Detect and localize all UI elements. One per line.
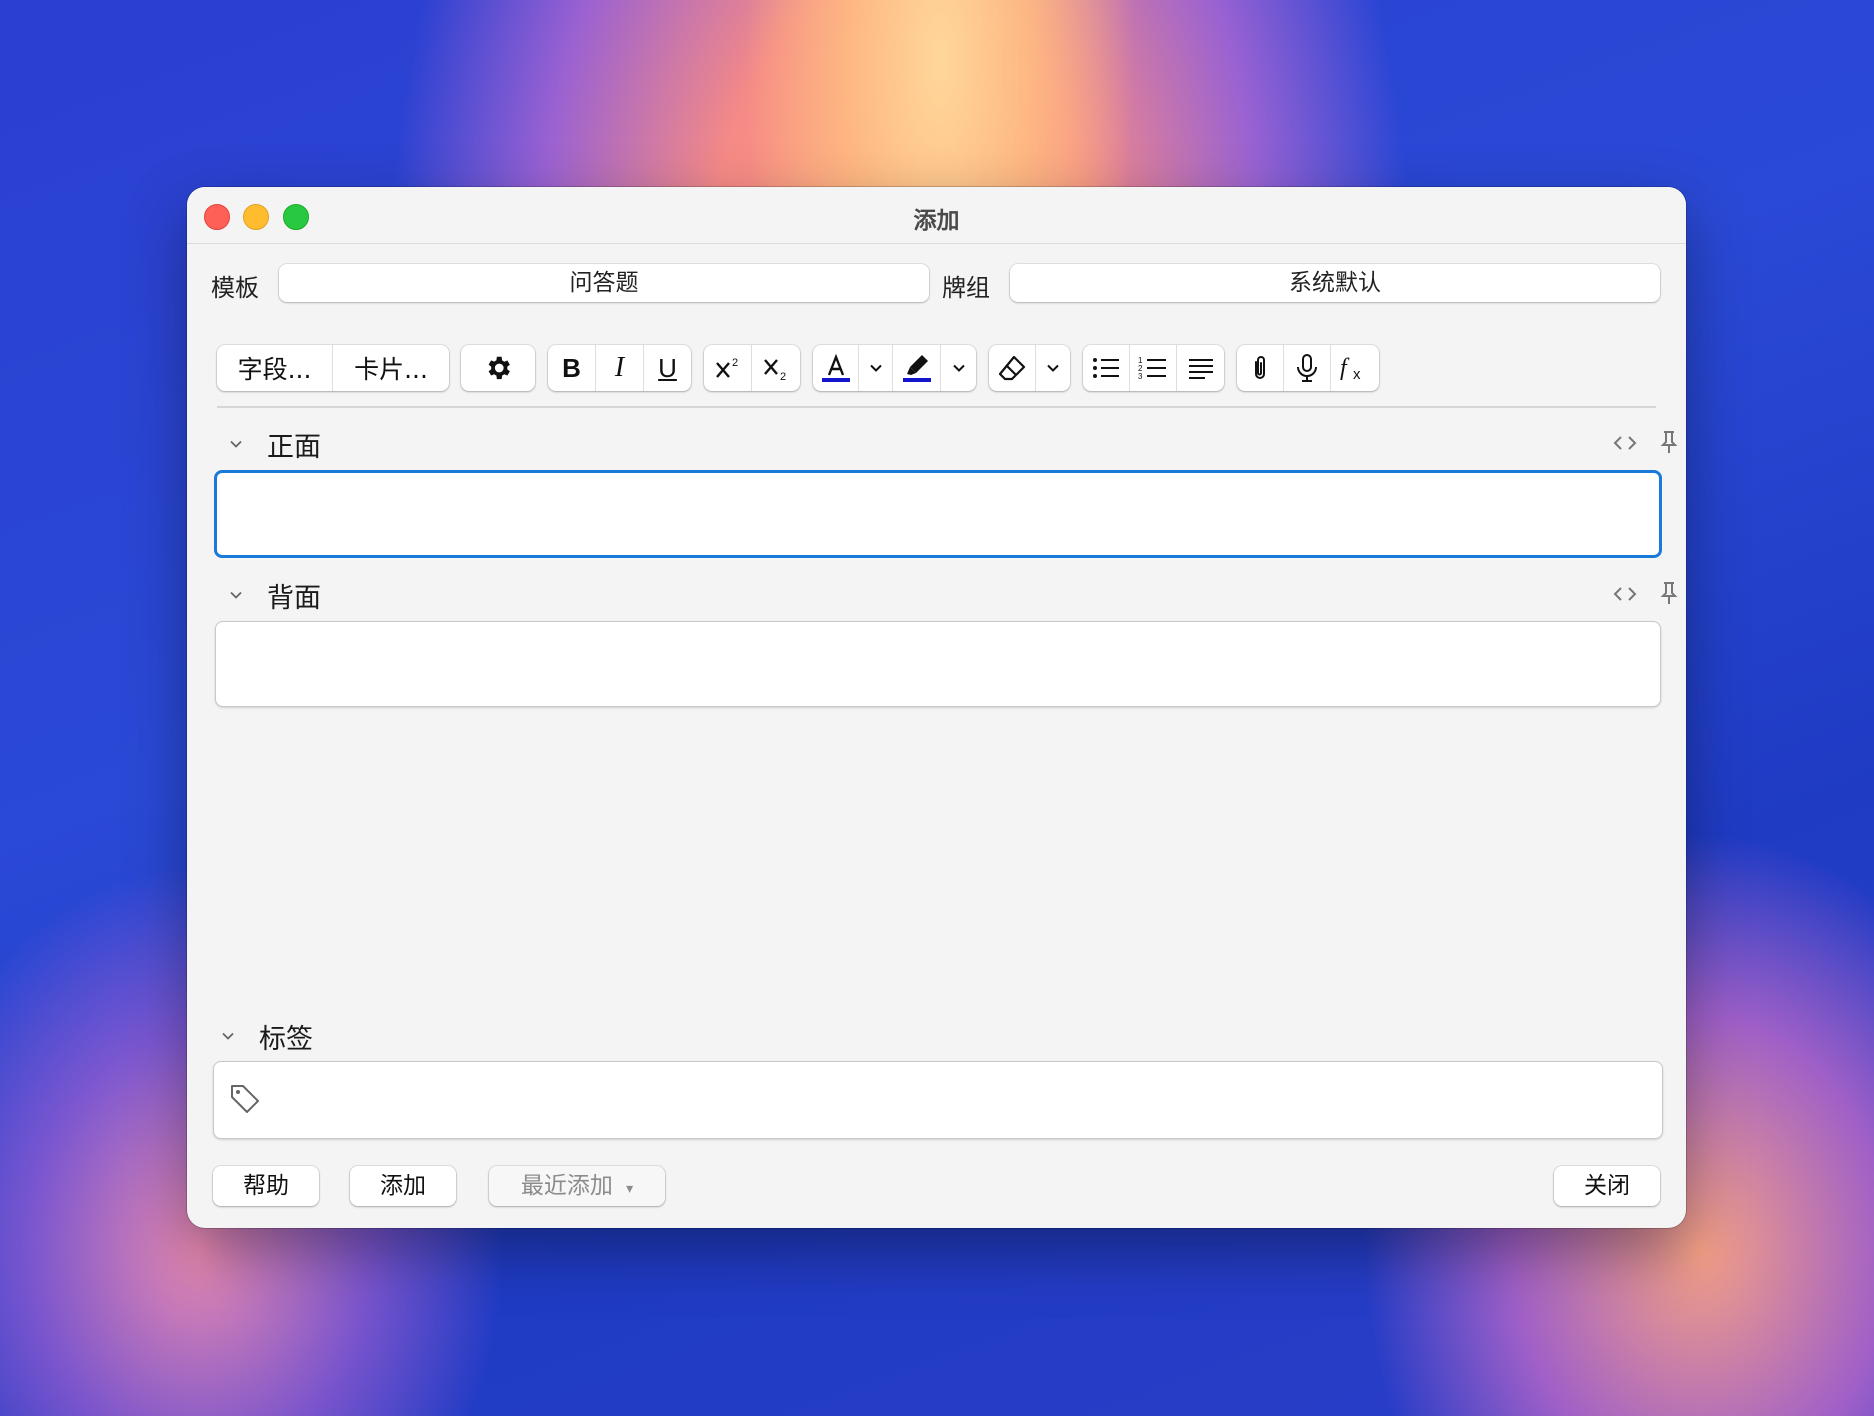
script-group: 2 2 <box>704 345 800 391</box>
chevron-down-icon <box>869 364 882 372</box>
cards-button[interactable]: 卡片... <box>333 345 449 391</box>
svg-text:3: 3 <box>1138 372 1143 381</box>
math-button[interactable]: f x <box>1331 345 1379 391</box>
svg-text:2: 2 <box>780 371 786 383</box>
chevron-down-icon[interactable] <box>221 1029 235 1043</box>
gear-icon <box>488 356 510 380</box>
options-button[interactable] <box>461 345 535 391</box>
history-button-label: 最近添加 <box>520 1173 613 1199</box>
tags-label: 标签 <box>259 1024 313 1055</box>
tag-icon <box>231 1085 259 1113</box>
front-field-header: 正面 <box>217 425 1678 463</box>
highlight-color-button[interactable] <box>893 345 941 391</box>
microphone-icon <box>1297 354 1317 382</box>
clear-format-button[interactable] <box>989 345 1036 391</box>
back-field-header: 背面 <box>217 576 1678 614</box>
eraser-icon <box>998 355 1026 381</box>
paragraph-group: 1 2 3 <box>1083 345 1224 391</box>
text-color-swatch <box>821 378 850 382</box>
subscript-button[interactable]: 2 <box>752 345 800 391</box>
chevron-down-icon <box>952 364 965 372</box>
attach-button[interactable] <box>1237 345 1284 391</box>
media-group: f x <box>1237 345 1379 391</box>
bullet-list-icon <box>1093 358 1119 378</box>
align-left-icon <box>1188 359 1213 379</box>
subscript-icon: 2 <box>764 359 786 383</box>
color-group <box>813 345 976 391</box>
superscript-button[interactable]: 2 <box>704 345 752 391</box>
bold-button[interactable]: B <box>548 345 596 391</box>
clear-format-dropdown[interactable] <box>1036 345 1070 391</box>
svg-text:f: f <box>1340 355 1350 381</box>
help-button[interactable]: 帮助 <box>213 1166 319 1206</box>
svg-text:2: 2 <box>732 357 738 369</box>
close-button[interactable]: 关闭 <box>1554 1166 1660 1206</box>
tags-input[interactable] <box>213 1061 1663 1139</box>
svg-text:x: x <box>1353 366 1361 383</box>
html-editor-toggle-icon[interactable] <box>1610 431 1640 455</box>
numbered-list-icon: 1 2 3 <box>1138 356 1166 381</box>
deck-selector[interactable]: 系统默认 <box>1010 264 1660 302</box>
text-align-button[interactable] <box>1177 345 1224 391</box>
fields-button[interactable]: 字段... <box>217 345 333 391</box>
front-field-input[interactable] <box>214 470 1662 558</box>
pin-icon[interactable] <box>1659 580 1679 606</box>
title-bar: 添加 <box>187 187 1686 244</box>
text-style-group: B I U <box>548 345 691 391</box>
function-icon: f x <box>1340 355 1361 383</box>
underline-button[interactable]: U <box>644 345 691 391</box>
back-field-input[interactable] <box>215 621 1661 707</box>
add-note-window: 添加 模板 问答题 牌组 系统默认 字段... 卡片... B I U 2 2 … <box>187 187 1686 1228</box>
pin-icon[interactable] <box>1659 429 1679 455</box>
template-label: 模板 <box>211 274 259 302</box>
chevron-down-icon <box>1047 364 1059 372</box>
editor-toolbar: 字段... 卡片... B I U 2 2 1 2 3 f x <box>217 345 1379 391</box>
history-button[interactable]: 最近添加 ▾ <box>489 1166 665 1206</box>
text-color-dropdown[interactable] <box>859 345 893 391</box>
chevron-down-icon[interactable] <box>229 588 243 602</box>
paperclip-icon <box>1255 356 1265 379</box>
text-color-icon <box>821 353 850 382</box>
fields-cards-group: 字段... 卡片... <box>217 345 449 391</box>
highlight-color-swatch <box>902 378 931 382</box>
toolbar-divider <box>217 406 1656 408</box>
html-editor-toggle-icon[interactable] <box>1610 582 1640 606</box>
clear-format-group <box>989 345 1070 391</box>
deck-label: 牌组 <box>942 274 990 302</box>
text-color-button[interactable] <box>813 345 859 391</box>
unordered-list-button[interactable] <box>1083 345 1130 391</box>
chevron-down-icon[interactable] <box>229 437 243 451</box>
record-audio-button[interactable] <box>1284 345 1331 391</box>
dropdown-arrow-icon: ▾ <box>626 1181 634 1197</box>
ordered-list-button[interactable]: 1 2 3 <box>1130 345 1177 391</box>
front-field-label: 正面 <box>267 432 321 463</box>
highlight-color-dropdown[interactable] <box>941 345 976 391</box>
add-button[interactable]: 添加 <box>350 1166 456 1206</box>
superscript-icon: 2 <box>715 357 738 378</box>
window-title: 添加 <box>913 208 960 234</box>
tags-header: 标签 <box>209 1017 509 1055</box>
italic-button[interactable]: I <box>596 345 644 391</box>
template-selector[interactable]: 问答题 <box>279 264 929 302</box>
highlighter-icon <box>902 355 931 382</box>
options-group <box>461 345 535 391</box>
back-field-label: 背面 <box>267 583 321 614</box>
